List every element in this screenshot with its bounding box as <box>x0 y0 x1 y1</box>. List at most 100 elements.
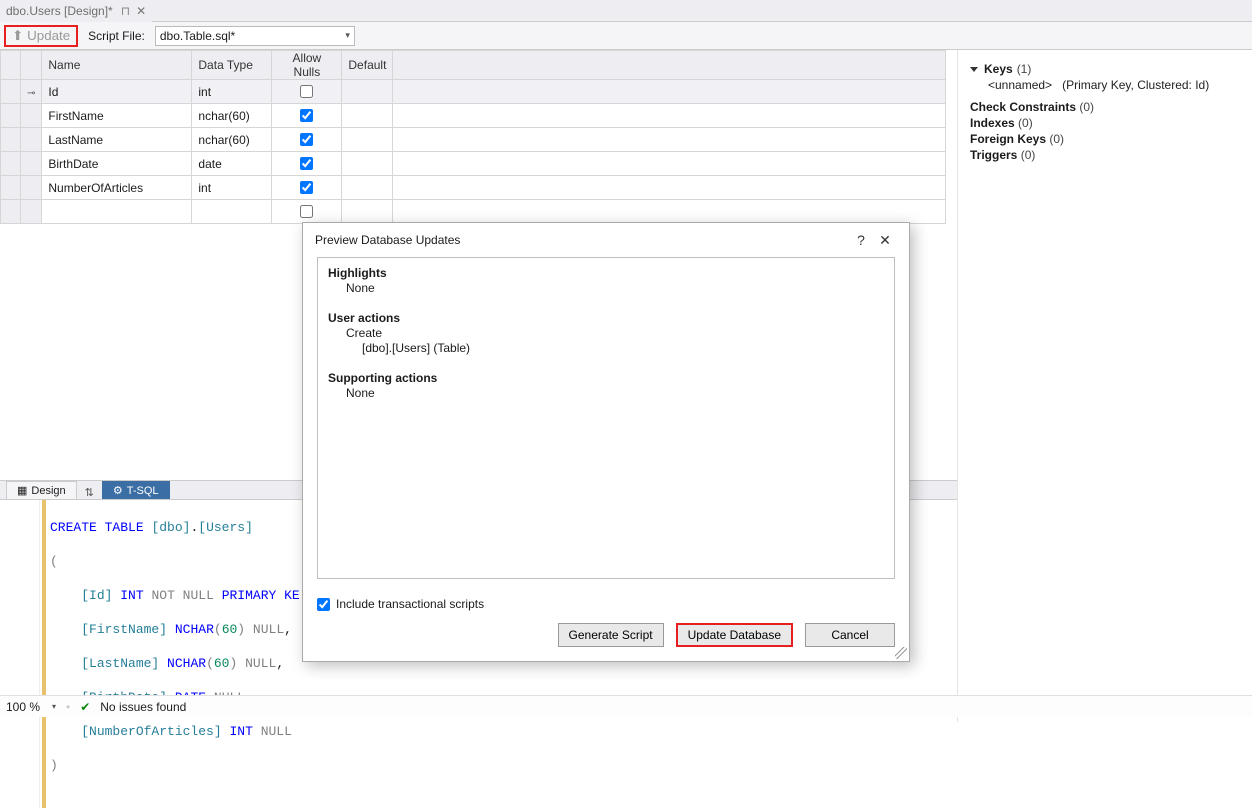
table-row[interactable]: FirstName nchar(60) <box>1 104 946 128</box>
generate-script-button[interactable]: Generate Script <box>558 623 664 647</box>
tab-design[interactable]: ▦ Design <box>6 481 77 499</box>
allow-nulls-checkbox[interactable] <box>300 85 313 98</box>
update-button[interactable]: ⬆ Update <box>4 25 78 47</box>
sql-code[interactable]: CREATE TABLE [dbo].[Users] ( [Id] INT NO… <box>46 500 300 808</box>
cell-type[interactable]: nchar(60) <box>192 104 272 128</box>
close-icon[interactable]: ✕ <box>873 232 897 249</box>
col-header-rest <box>393 51 946 80</box>
col-header-type[interactable]: Data Type <box>192 51 272 80</box>
cell-nulls[interactable] <box>272 104 342 128</box>
cell-nulls[interactable] <box>272 128 342 152</box>
row-selector[interactable] <box>1 200 21 224</box>
cell-name[interactable]: NumberOfArticles <box>42 176 192 200</box>
indexes-section[interactable]: Indexes (0) <box>970 116 1240 130</box>
cell-type[interactable]: date <box>192 152 272 176</box>
user-actions-label: User actions <box>328 311 400 325</box>
cell-type[interactable]: nchar(60) <box>192 128 272 152</box>
pin-icon[interactable]: ⊓ <box>121 4 130 18</box>
preview-text-box[interactable]: Highlights None User actions Create [dbo… <box>317 257 895 579</box>
include-transactional-row[interactable]: Include transactional scripts <box>317 597 895 611</box>
cell-nulls[interactable] <box>272 176 342 200</box>
swap-icon[interactable]: ⇅ <box>79 486 100 499</box>
document-tab-title: dbo.Users [Design]* <box>6 4 113 18</box>
document-tab[interactable]: dbo.Users [Design]* ⊓ ✕ <box>0 0 152 22</box>
cell-type[interactable]: int <box>192 176 272 200</box>
script-file-dropdown[interactable]: dbo.Table.sql* ▾ <box>155 26 355 46</box>
grid-pk-header <box>21 51 42 80</box>
table-row[interactable]: ⊸ Id int <box>1 80 946 104</box>
cell-default[interactable] <box>342 80 393 104</box>
table-row[interactable]: LastName nchar(60) <box>1 128 946 152</box>
zoom-value: 100 % <box>6 700 40 714</box>
cell-rest <box>393 104 946 128</box>
editor-gutter <box>0 500 40 808</box>
zoom-control[interactable]: 100 % ▾ <box>6 700 56 714</box>
cell-rest <box>393 128 946 152</box>
cell-name[interactable] <box>42 200 192 224</box>
document-tab-bar: dbo.Users [Design]* ⊓ ✕ <box>0 0 1252 22</box>
cell-type[interactable] <box>192 200 272 224</box>
tab-tsql-label: T-SQL <box>127 485 159 497</box>
cell-nulls[interactable] <box>272 152 342 176</box>
table-row[interactable]: NumberOfArticles int <box>1 176 946 200</box>
triggers-section[interactable]: Triggers (0) <box>970 148 1240 162</box>
allow-nulls-checkbox[interactable] <box>300 109 313 122</box>
table-row[interactable]: BirthDate date <box>1 152 946 176</box>
foreign-keys-section[interactable]: Foreign Keys (0) <box>970 132 1240 146</box>
cancel-button[interactable]: Cancel <box>805 623 895 647</box>
ua-create: Create <box>328 326 884 341</box>
tab-tsql[interactable]: ⚙ T-SQL <box>102 481 170 499</box>
allow-nulls-checkbox[interactable] <box>300 205 313 218</box>
status-bar: 100 % ▾ • ✔ No issues found <box>0 695 1252 717</box>
key-item[interactable]: <unnamed> (Primary Key, Clustered: Id) <box>970 78 1240 92</box>
include-transactional-checkbox[interactable] <box>317 598 330 611</box>
cell-name[interactable]: Id <box>42 80 192 104</box>
keys-label: Keys <box>984 62 1013 76</box>
col-header-nulls[interactable]: Allow Nulls <box>272 51 342 80</box>
cell-default[interactable] <box>342 176 393 200</box>
ua-item: [dbo].[Users] (Table) <box>328 341 884 356</box>
supporting-label: Supporting actions <box>328 371 437 385</box>
check-label: Check Constraints <box>970 100 1076 114</box>
col-header-default[interactable]: Default <box>342 51 393 80</box>
allow-nulls-checkbox[interactable] <box>300 157 313 170</box>
resize-grip-icon[interactable] <box>895 647 907 659</box>
cell-type[interactable]: int <box>192 80 272 104</box>
dialog-title-text: Preview Database Updates <box>315 233 460 247</box>
row-selector[interactable] <box>1 176 21 200</box>
cell-rest <box>393 152 946 176</box>
check-constraints-section[interactable]: Check Constraints (0) <box>970 100 1240 114</box>
dialog-titlebar[interactable]: Preview Database Updates ? ✕ <box>303 223 909 257</box>
close-icon[interactable]: ✕ <box>136 4 146 18</box>
pk-icon-cell <box>21 152 42 176</box>
allow-nulls-checkbox[interactable] <box>300 133 313 146</box>
help-icon[interactable]: ? <box>849 232 873 248</box>
cell-rest <box>393 200 946 224</box>
row-selector[interactable] <box>1 152 21 176</box>
row-selector[interactable] <box>1 128 21 152</box>
highlights-label: Highlights <box>328 266 387 280</box>
table-row-new[interactable] <box>1 200 946 224</box>
columns-grid[interactable]: Name Data Type Allow Nulls Default ⊸ Id … <box>0 50 946 224</box>
cell-default[interactable] <box>342 200 393 224</box>
chevron-down-icon: ▾ <box>345 30 350 41</box>
cell-default[interactable] <box>342 128 393 152</box>
row-selector[interactable] <box>1 104 21 128</box>
col-header-name[interactable]: Name <box>42 51 192 80</box>
cell-name[interactable]: LastName <box>42 128 192 152</box>
cell-default[interactable] <box>342 152 393 176</box>
keys-section[interactable]: Keys (1) <box>970 62 1240 76</box>
cell-default[interactable] <box>342 104 393 128</box>
gear-icon: ⚙ <box>113 484 123 497</box>
triggers-count: (0) <box>1021 148 1036 162</box>
row-selector[interactable] <box>1 80 21 104</box>
keys-count: (1) <box>1017 62 1032 76</box>
cell-name[interactable]: BirthDate <box>42 152 192 176</box>
check-icon: ✔ <box>80 700 90 714</box>
allow-nulls-checkbox[interactable] <box>300 181 313 194</box>
key-item-name: <unnamed> <box>988 78 1052 92</box>
cell-nulls[interactable] <box>272 80 342 104</box>
cell-nulls[interactable] <box>272 200 342 224</box>
cell-name[interactable]: FirstName <box>42 104 192 128</box>
update-database-button[interactable]: Update Database <box>676 623 793 647</box>
